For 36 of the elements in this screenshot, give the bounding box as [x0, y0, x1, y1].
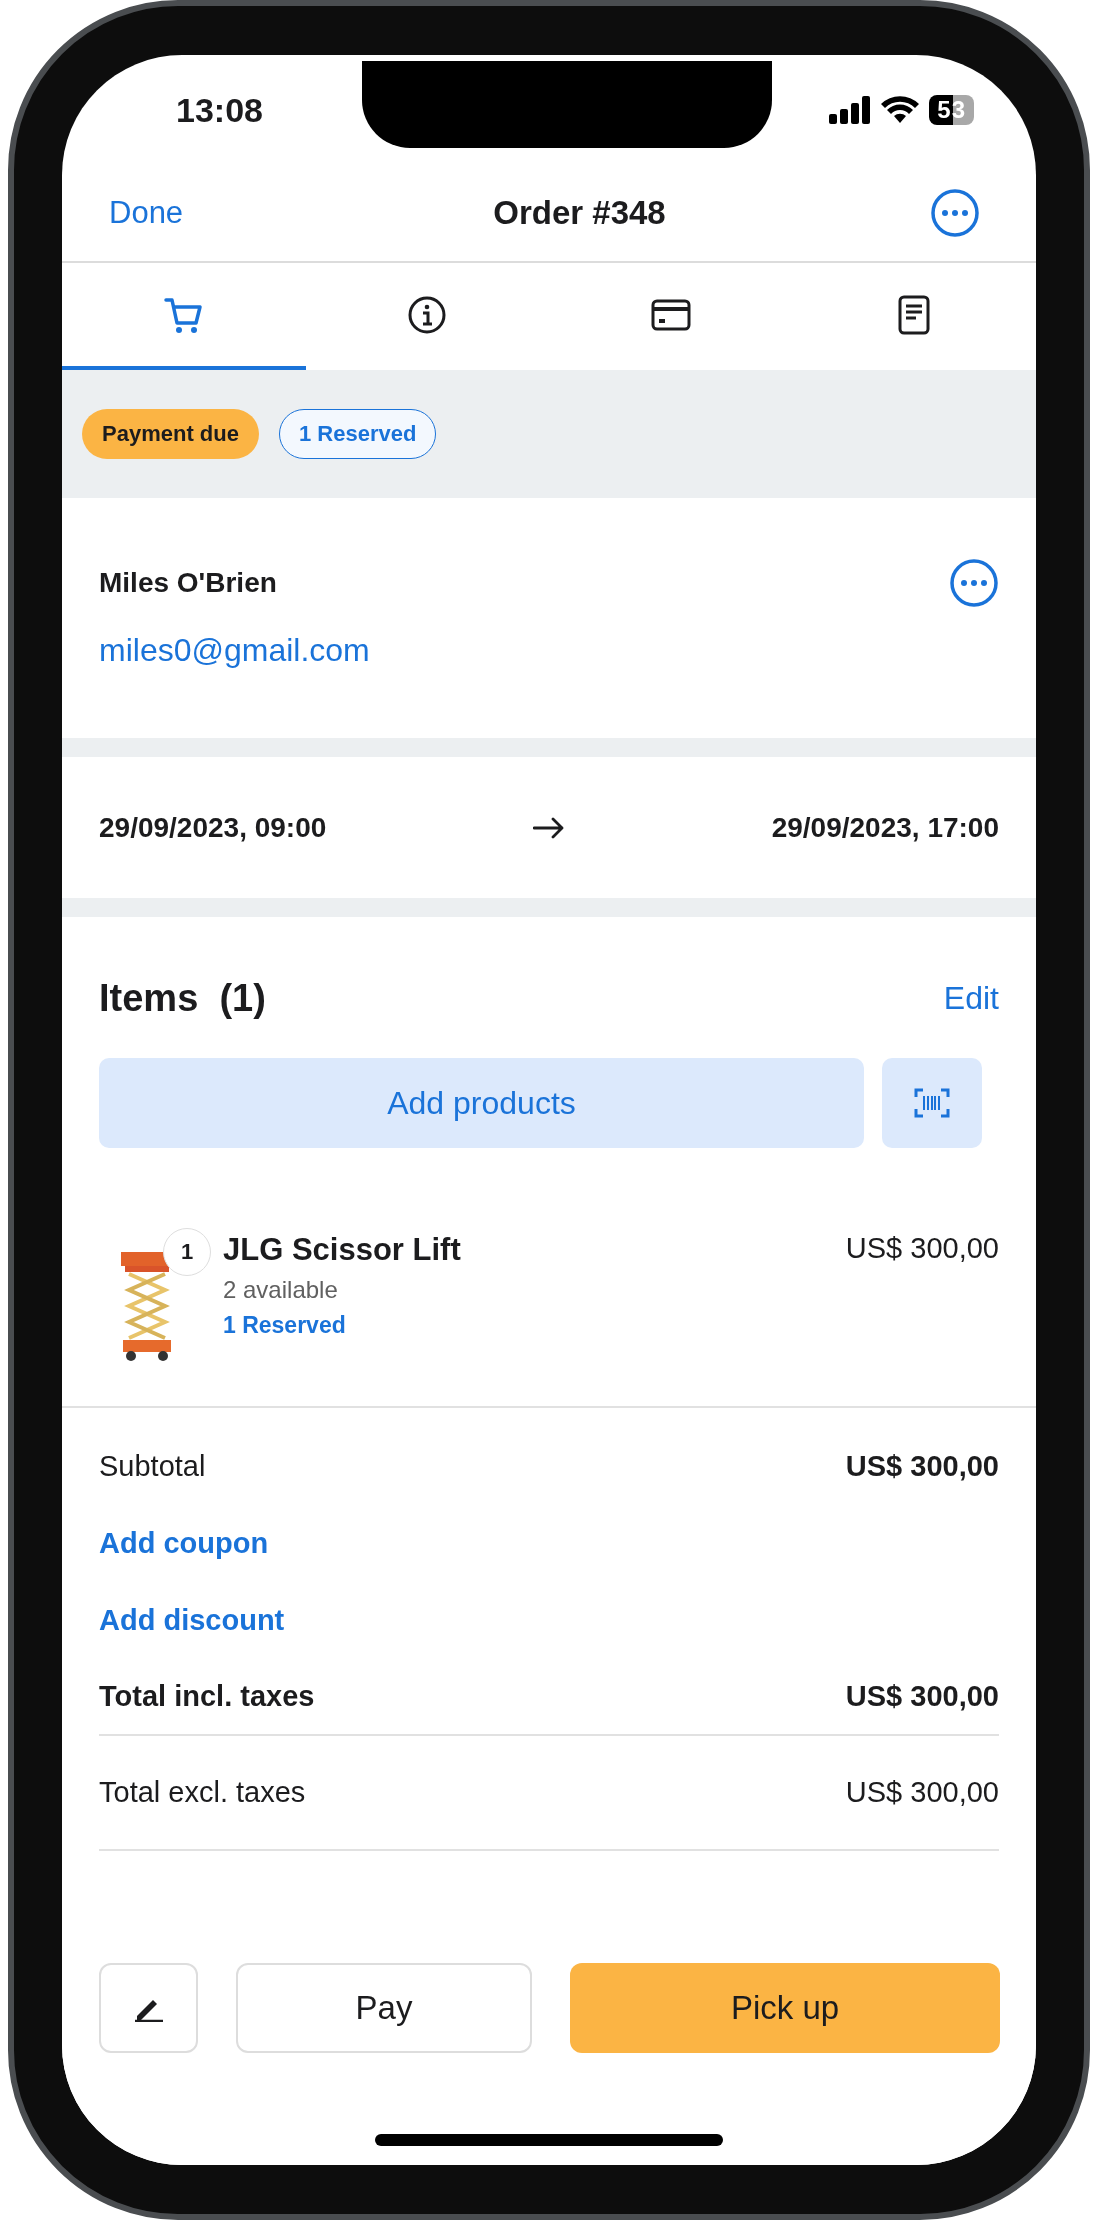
product-name: JLG Scissor Lift	[223, 1232, 462, 1268]
done-link[interactable]: Done	[109, 195, 249, 231]
total-value: US$ 300,00	[845, 1776, 999, 1809]
reserved-link[interactable]: 1 Reserved	[223, 1312, 846, 1339]
start-date: 29/09/2023, 09:00	[99, 811, 327, 844]
availability-text: 2 available	[223, 1276, 339, 1304]
clock-time: 13:08	[176, 90, 263, 130]
edit-link[interactable]: Edit	[943, 980, 999, 1017]
edit-button[interactable]	[99, 1963, 198, 2053]
scan-button[interactable]	[882, 1058, 982, 1148]
total-label: Subtotal	[99, 1450, 206, 1483]
total-label: Total excl. taxes	[99, 1776, 306, 1809]
pay-button[interactable]: Pay	[236, 1963, 532, 2053]
more-icon[interactable]	[949, 557, 999, 608]
arrow-icon	[533, 816, 565, 839]
signal-icon	[829, 96, 872, 124]
total-value: US$ 300,00	[845, 1680, 999, 1713]
pick-up-button[interactable]: Pick up	[570, 1963, 1000, 2053]
more-icon[interactable]	[930, 188, 980, 238]
product-price: US$ 300,00	[845, 1232, 999, 1265]
email-link[interactable]: miles0@gmail.com	[99, 631, 999, 669]
end-date: 29/09/2023, 17:00	[771, 811, 999, 844]
section-heading: Items (1)	[99, 977, 266, 1020]
total-value: US$ 300,00	[845, 1450, 999, 1483]
status-badge: Payment due	[82, 409, 259, 459]
add-link[interactable]: Add discount	[99, 1604, 285, 1637]
add-products-button[interactable]: Add products	[99, 1058, 864, 1148]
wifi-icon	[881, 96, 920, 124]
customer-name: Miles O'Brien	[99, 566, 277, 599]
screen-title: Order #348	[493, 194, 666, 232]
info-icon	[407, 294, 448, 335]
status-badge: 1 Reserved	[278, 409, 437, 459]
quantity-badge: 1	[163, 1228, 211, 1276]
total-label: Total incl. taxes	[99, 1680, 315, 1713]
barcode-icon	[914, 1088, 950, 1118]
add-link[interactable]: Add coupon	[99, 1527, 269, 1560]
